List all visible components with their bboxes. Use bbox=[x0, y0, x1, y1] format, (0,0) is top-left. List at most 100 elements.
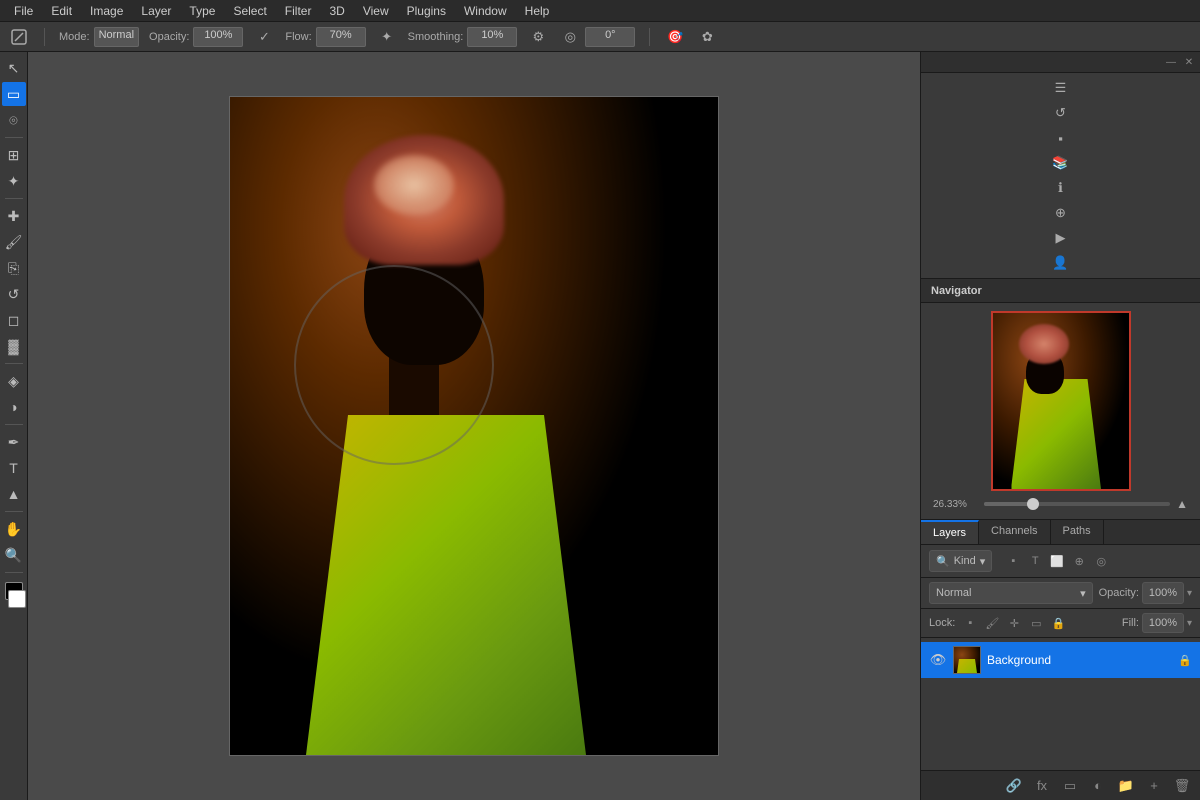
tool-separator-2 bbox=[5, 198, 23, 199]
text-filter-icon[interactable]: ⬜ bbox=[1048, 552, 1066, 570]
menu-edit[interactable]: Edit bbox=[43, 2, 80, 20]
hand-tool[interactable]: ✋ bbox=[2, 517, 26, 541]
shape-tool[interactable]: ▲ bbox=[2, 482, 26, 506]
lock-label: Lock: bbox=[929, 617, 955, 629]
lock-position-icon[interactable]: ✛ bbox=[1005, 614, 1023, 632]
brush-tool[interactable]: 🖌 bbox=[2, 230, 26, 254]
kind-dropdown[interactable]: 🔍 Kind ▾ bbox=[929, 550, 992, 572]
pen-tool[interactable]: ✒ bbox=[2, 430, 26, 454]
adjustments-mini-icon[interactable]: ⊕ bbox=[1050, 202, 1072, 224]
selection-tool[interactable]: ▭ bbox=[2, 82, 26, 106]
menu-help[interactable]: Help bbox=[517, 2, 558, 20]
layer-item-background[interactable]: 👁 Background 🔒 bbox=[921, 642, 1200, 678]
left-toolbar: ↖ ▭ ⌾ ⊞ ✦ ✚ 🖌 ⎘ ↺ ◻ ▓ ◈ ◑ ✒ T ▲ ✋ 🔍 bbox=[0, 52, 28, 800]
tab-paths[interactable]: Paths bbox=[1051, 520, 1104, 544]
lock-paint-icon[interactable]: 🖌 bbox=[983, 614, 1001, 632]
zoom-slider[interactable] bbox=[984, 502, 1170, 506]
dodge-tool[interactable]: ◑ bbox=[2, 395, 26, 419]
delete-layer-icon[interactable]: 🗑 bbox=[1172, 776, 1192, 796]
libraries-mini-icon[interactable]: 📚 bbox=[1050, 152, 1072, 174]
menu-file[interactable]: File bbox=[6, 2, 41, 20]
navigator-title-text: Navigator bbox=[931, 285, 982, 297]
eyedropper-tool[interactable]: ✦ bbox=[2, 169, 26, 193]
smoothing-input[interactable]: 10% bbox=[467, 27, 517, 47]
properties-mini-icon[interactable]: ℹ bbox=[1050, 177, 1072, 199]
menu-image[interactable]: Image bbox=[82, 2, 131, 20]
canvas-area[interactable] bbox=[28, 52, 920, 800]
smoothing-settings-icon[interactable]: ⚙ bbox=[527, 26, 549, 48]
photo-canvas bbox=[229, 96, 719, 756]
menu-type[interactable]: Type bbox=[181, 2, 223, 20]
layer-effects-icon[interactable]: fx bbox=[1032, 776, 1052, 796]
lock-transparency-icon[interactable]: ▪ bbox=[961, 614, 979, 632]
link-layers-icon[interactable]: 🔗 bbox=[1004, 776, 1024, 796]
tab-layers[interactable]: Layers bbox=[921, 520, 979, 544]
shape-filter-icon[interactable]: ⊕ bbox=[1070, 552, 1088, 570]
add-group-icon[interactable]: 📁 bbox=[1116, 776, 1136, 796]
pressure-icon[interactable]: ✿ bbox=[696, 26, 718, 48]
menu-window[interactable]: Window bbox=[456, 2, 515, 20]
swatches-mini-icon[interactable]: ▪ bbox=[1050, 127, 1072, 149]
panel-collapse-btn[interactable]: — bbox=[1164, 55, 1178, 69]
history-tool[interactable]: ↺ bbox=[2, 282, 26, 306]
options-divider-1 bbox=[44, 28, 45, 46]
opacity-value[interactable]: 100% bbox=[1142, 582, 1184, 604]
angle-group: ◎ 0° bbox=[559, 26, 635, 48]
opacity-chevron: ▾ bbox=[1187, 588, 1192, 599]
channels-mini-icon[interactable]: ▶ bbox=[1050, 227, 1072, 249]
menu-filter[interactable]: Filter bbox=[277, 2, 320, 20]
lock-icons: ▪ 🖌 ✛ ▭ 🔒 bbox=[961, 614, 1067, 632]
lock-artboard-icon[interactable]: ▭ bbox=[1027, 614, 1045, 632]
opacity-group: Opacity: 100% bbox=[149, 27, 243, 47]
smoothing-label: Smoothing: bbox=[408, 31, 464, 43]
tool-separator-6 bbox=[5, 572, 23, 573]
opacity-input[interactable]: 100% bbox=[193, 27, 243, 47]
menu-3d[interactable]: 3D bbox=[321, 2, 352, 20]
angle-input[interactable]: 0° bbox=[585, 27, 635, 47]
crop-tool[interactable]: ⊞ bbox=[2, 143, 26, 167]
menu-plugins[interactable]: Plugins bbox=[399, 2, 454, 20]
pixel-filter-icon[interactable]: ▪ bbox=[1004, 552, 1022, 570]
flow-label: Flow: bbox=[285, 31, 311, 43]
airbrush-icon[interactable]: ✦ bbox=[376, 26, 398, 48]
panel-close-btn[interactable]: ✕ bbox=[1182, 55, 1196, 69]
layers-mini-icon[interactable]: ☰ bbox=[1050, 77, 1072, 99]
symmetry-icon[interactable]: 🎯 bbox=[664, 26, 686, 48]
blur-tool[interactable]: ◈ bbox=[2, 369, 26, 393]
nav-thumb-hair bbox=[1019, 324, 1069, 364]
layer-visibility-eye[interactable]: 👁 bbox=[929, 651, 947, 669]
angle-icon[interactable]: ◎ bbox=[559, 26, 581, 48]
gradient-tool[interactable]: ▓ bbox=[2, 334, 26, 358]
mode-select[interactable]: Normal bbox=[94, 27, 139, 47]
tool-separator-1 bbox=[5, 137, 23, 138]
fill-value[interactable]: 100% bbox=[1142, 613, 1184, 633]
tab-channels[interactable]: Channels bbox=[979, 520, 1050, 544]
add-mask-icon[interactable]: ▭ bbox=[1060, 776, 1080, 796]
menu-bar: File Edit Image Layer Type Select Filter… bbox=[0, 0, 1200, 22]
background-color[interactable] bbox=[8, 590, 26, 608]
move-tool[interactable]: ↖ bbox=[2, 56, 26, 80]
history-mini-icon[interactable]: ↺ bbox=[1050, 102, 1072, 124]
menu-layer[interactable]: Layer bbox=[133, 2, 179, 20]
healing-tool[interactable]: ✚ bbox=[2, 204, 26, 228]
add-adjustment-icon[interactable]: ◐ bbox=[1088, 776, 1108, 796]
pressure-opacity-icon[interactable]: ✓ bbox=[253, 26, 275, 48]
lock-all-icon[interactable]: 🔒 bbox=[1049, 614, 1067, 632]
menu-select[interactable]: Select bbox=[225, 2, 274, 20]
text-tool[interactable]: T bbox=[2, 456, 26, 480]
eraser-tool[interactable]: ◻ bbox=[2, 308, 26, 332]
smart-filter-icon[interactable]: ◎ bbox=[1092, 552, 1110, 570]
adjustment-filter-icon[interactable]: T bbox=[1026, 552, 1044, 570]
menu-view[interactable]: View bbox=[355, 2, 397, 20]
flow-group: Flow: 70% bbox=[285, 27, 365, 47]
layers-panel: Layers Channels Paths 🔍 Kind ▾ ▪ T ⬜ ⊕ ◎ bbox=[921, 520, 1200, 800]
lasso-tool[interactable]: ⌾ bbox=[2, 108, 26, 132]
search-icon: 🔍 bbox=[936, 555, 950, 568]
info-mini-icon[interactable]: 👤 bbox=[1050, 252, 1072, 274]
clone-tool[interactable]: ⎘ bbox=[2, 256, 26, 280]
add-layer-icon[interactable]: + bbox=[1144, 776, 1164, 796]
zoom-tool[interactable]: 🔍 bbox=[2, 543, 26, 567]
blend-mode-dropdown[interactable]: Normal ▾ bbox=[929, 582, 1093, 604]
navigator-thumbnail[interactable] bbox=[991, 311, 1131, 491]
flow-input[interactable]: 70% bbox=[316, 27, 366, 47]
